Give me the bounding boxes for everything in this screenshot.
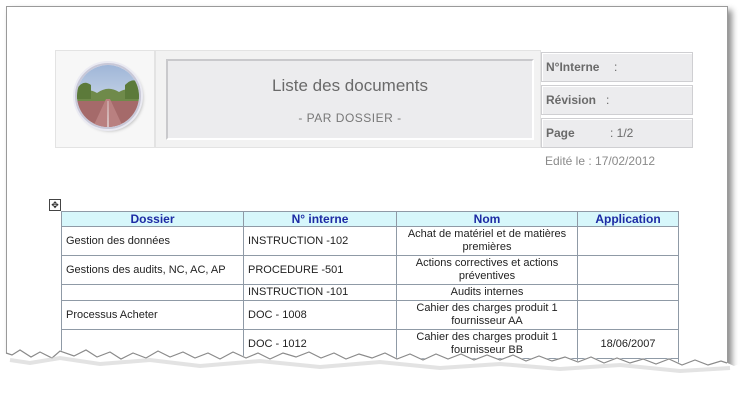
cell-application bbox=[577, 300, 679, 330]
move-handle-icon[interactable]: ✥ bbox=[49, 199, 61, 211]
cell-internal-number: DOC - 1012 bbox=[243, 329, 397, 359]
cell-dossier bbox=[61, 358, 244, 388]
revision-label: Révision bbox=[546, 93, 597, 107]
cell-internal-number: PROCEDURE -501 bbox=[243, 255, 397, 285]
table-row: Gestion des données INSTRUCTION -102 Ach… bbox=[61, 226, 679, 256]
page-value: : 1/2 bbox=[610, 126, 634, 140]
page-field: Page : 1/2 bbox=[541, 118, 693, 148]
column-header-name: Nom bbox=[396, 211, 578, 227]
document-page: Liste des documents - PAR DOSSIER - N°In… bbox=[6, 6, 728, 400]
cell-application bbox=[577, 226, 679, 256]
documents-table: Dossier N° interne Nom Application Gesti… bbox=[61, 211, 679, 388]
revision-value: : bbox=[606, 93, 610, 107]
cell-name: Achat de matériel et de matières premièr… bbox=[396, 226, 578, 256]
cell-internal-number bbox=[243, 358, 397, 388]
cell-internal-number: DOC - 1008 bbox=[243, 300, 397, 330]
cell-name: Cahier des charges produit 1 fournisseur… bbox=[396, 300, 578, 330]
document-title: Liste des documents bbox=[272, 76, 428, 95]
table-row: INSTRUCTION -101 Audits internes bbox=[61, 284, 679, 301]
cell-dossier: Gestion des données bbox=[61, 226, 244, 256]
cell-dossier bbox=[61, 284, 244, 301]
column-header-application: Application bbox=[577, 211, 679, 227]
cell-dossier bbox=[61, 329, 244, 359]
cell-name: Audits internes bbox=[396, 284, 578, 301]
cell-application bbox=[577, 358, 679, 388]
column-header-internal-number: N° interne bbox=[243, 211, 397, 227]
cell-dossier: Processus Acheter bbox=[61, 300, 244, 330]
cell-application: 18/06/2007 bbox=[577, 329, 679, 359]
cell-internal-number: INSTRUCTION -102 bbox=[243, 226, 397, 256]
document-subtitle: - PAR DOSSIER - bbox=[298, 111, 402, 125]
table-row: Gestions des audits, NC, AC, AP PROCEDUR… bbox=[61, 255, 679, 285]
table-row: DOC - 1012 Cahier des charges produit 1 … bbox=[61, 329, 679, 359]
revision-field: Révision : bbox=[541, 85, 693, 115]
internal-number-label: N°Interne bbox=[546, 60, 600, 74]
cell-name: Cahier des charges produit 1 fournisseur… bbox=[396, 329, 578, 359]
cell-name: Actions correctives et actions préventiv… bbox=[396, 255, 578, 285]
edited-date: Edité le : 17/02/2012 bbox=[545, 154, 656, 168]
title-frame: Liste des documents - PAR DOSSIER - bbox=[155, 50, 541, 148]
table-header-row: Dossier N° interne Nom Application bbox=[61, 211, 679, 227]
table-row: Cahier des charges produit 1 bbox=[61, 358, 679, 388]
cell-application bbox=[577, 284, 679, 301]
cell-application bbox=[577, 255, 679, 285]
table-row: Processus Acheter DOC - 1008 Cahier des … bbox=[61, 300, 679, 330]
page-label: Page bbox=[546, 126, 575, 140]
logo-box bbox=[55, 50, 155, 148]
cell-internal-number: INSTRUCTION -101 bbox=[243, 284, 397, 301]
cell-name: Cahier des charges produit 1 bbox=[396, 358, 578, 388]
title-panel: Liste des documents - PAR DOSSIER - bbox=[166, 59, 534, 140]
internal-number-field: N°Interne : bbox=[541, 52, 693, 82]
cell-dossier: Gestions des audits, NC, AC, AP bbox=[61, 255, 244, 285]
internal-number-value: : bbox=[614, 60, 618, 74]
column-header-dossier: Dossier bbox=[61, 211, 244, 227]
company-logo bbox=[75, 63, 141, 129]
